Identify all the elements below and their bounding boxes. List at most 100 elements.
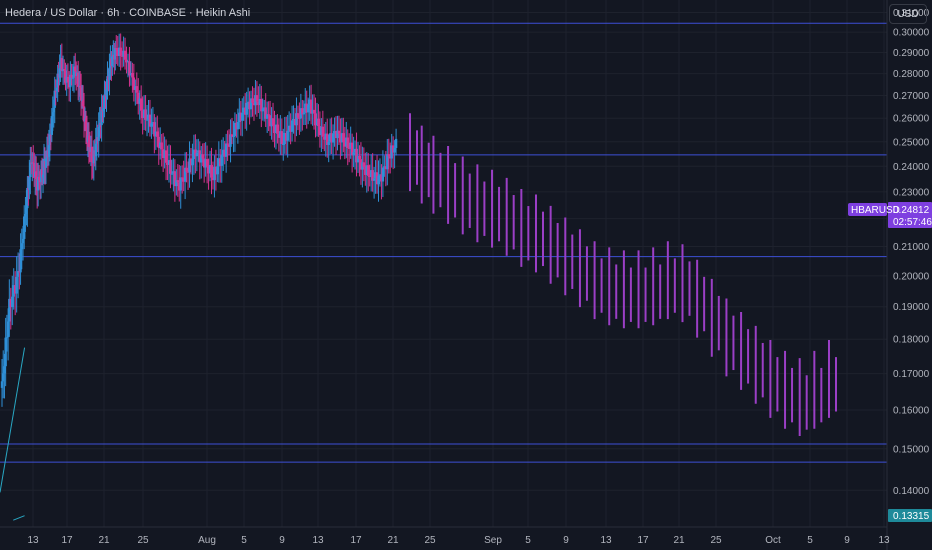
time-tick-label: 9 xyxy=(279,535,285,546)
price-tick-label: 0.20000 xyxy=(893,271,930,282)
low-price-value: 0.13315 xyxy=(893,511,930,522)
candle-body xyxy=(327,141,330,145)
time-axis[interactable]: 13 17 21 25 Aug 5 9 13 17 21 25 Sep 5 9 13 17 21 25 Oct 5 9 1… xyxy=(27,535,890,546)
chart-title: Hedera / US Dollar · 6h · COINBASE · Hei… xyxy=(5,7,250,19)
time-tick-label: 9 xyxy=(844,535,850,546)
candle-body xyxy=(135,86,138,93)
time-tick-label: 21 xyxy=(387,535,399,546)
candle-body xyxy=(377,175,380,185)
time-tick-label: 5 xyxy=(241,535,247,546)
last-price-value: 0.24812 xyxy=(893,205,930,216)
candle-body xyxy=(255,95,259,102)
candle-body xyxy=(394,138,398,148)
candle-body xyxy=(346,137,349,148)
time-tick-label: 13 xyxy=(312,535,324,546)
candle-series[interactable] xyxy=(0,33,837,437)
candle-body xyxy=(144,109,147,120)
low-price-tag: 0.13315 xyxy=(888,509,932,522)
price-tick-label: 0.17000 xyxy=(893,369,930,380)
time-tick-label: 17 xyxy=(637,535,649,546)
candle-body xyxy=(236,122,240,130)
candle-body xyxy=(164,150,168,163)
candle-body xyxy=(195,152,199,157)
candle-body xyxy=(210,165,213,178)
price-tick-label: 0.24000 xyxy=(893,162,930,173)
time-tick-label: 21 xyxy=(98,535,110,546)
candle-body xyxy=(367,165,370,176)
candle-body xyxy=(387,154,390,157)
candle-body xyxy=(331,133,335,143)
price-tick-label: 0.19000 xyxy=(893,302,930,313)
candle-body xyxy=(312,109,316,114)
candle-body xyxy=(216,166,219,175)
candle-body xyxy=(372,178,376,181)
candle-body xyxy=(251,98,254,103)
candle-body xyxy=(317,118,320,127)
time-tick-label: 21 xyxy=(673,535,685,546)
candle-body xyxy=(123,50,127,60)
time-tick-label: 5 xyxy=(525,535,531,546)
candle-body xyxy=(381,167,385,182)
time-tick-label: 13 xyxy=(878,535,890,546)
bar-countdown: 02:57:46 xyxy=(893,217,932,228)
candle-body xyxy=(119,47,122,56)
price-tick-label: 0.15000 xyxy=(893,444,930,455)
price-tick-label: 0.27000 xyxy=(893,91,930,102)
candle-body xyxy=(245,102,248,115)
candle-body xyxy=(386,154,389,170)
candle-body xyxy=(176,180,179,183)
time-tick-label: 25 xyxy=(137,535,149,546)
time-tick-label: 9 xyxy=(563,535,569,546)
price-chart[interactable]: 0.310000.300000.290000.280000.270000.260… xyxy=(0,0,932,550)
candle-body xyxy=(352,152,355,156)
candle-body xyxy=(185,167,188,172)
candle-body xyxy=(15,276,18,294)
time-tick-label: 25 xyxy=(710,535,722,546)
time-tick-label: 25 xyxy=(424,535,436,546)
time-tick-label: 13 xyxy=(27,535,39,546)
candle-body xyxy=(139,98,143,111)
candle-body xyxy=(179,177,182,191)
candle-body xyxy=(358,155,361,160)
candle-body xyxy=(224,143,228,157)
candle-body xyxy=(282,143,285,145)
time-tick-label: 5 xyxy=(807,535,813,546)
time-tick-label: 17 xyxy=(350,535,362,546)
price-tick-label: 0.30000 xyxy=(893,28,930,39)
candle-body xyxy=(296,113,300,118)
candle-body xyxy=(226,143,229,145)
candle-body xyxy=(205,159,209,167)
candle-body xyxy=(362,162,366,168)
candle-body xyxy=(280,131,284,145)
candle-body xyxy=(241,112,244,121)
candle-body xyxy=(271,118,275,126)
candle-body xyxy=(11,296,14,308)
time-tick-label: 17 xyxy=(61,535,73,546)
time-tick-label: Sep xyxy=(484,535,502,546)
price-tick-label: 0.18000 xyxy=(893,335,930,346)
price-tick-label: 0.25000 xyxy=(893,137,930,148)
time-tick-label: Oct xyxy=(765,535,781,546)
candle-body xyxy=(201,154,204,159)
last-price-tag: HBARUSD 0.24812 02:57:46 xyxy=(848,202,932,228)
price-tick-label: 0.28000 xyxy=(893,69,930,80)
candle-body xyxy=(145,119,149,121)
price-tick-label: 0.21000 xyxy=(893,242,930,253)
candle-body xyxy=(337,130,341,134)
candle-body xyxy=(393,147,396,153)
candle-body xyxy=(232,135,235,137)
candle-body xyxy=(169,160,172,174)
price-tick-label: 0.26000 xyxy=(893,114,930,125)
price-axis[interactable]: 0.310000.300000.290000.280000.270000.260… xyxy=(893,8,930,497)
candle-body xyxy=(131,72,134,78)
candle-body xyxy=(286,130,289,141)
trend-line xyxy=(13,515,25,521)
time-tick-label: 13 xyxy=(600,535,612,546)
price-tick-label: 0.16000 xyxy=(893,406,930,417)
currency-button[interactable]: USD xyxy=(889,4,927,24)
candle-body xyxy=(191,159,194,166)
candle-body xyxy=(306,104,310,113)
time-tick-label: Aug xyxy=(198,535,216,546)
candle-body xyxy=(321,126,325,137)
candle-body xyxy=(156,131,159,137)
